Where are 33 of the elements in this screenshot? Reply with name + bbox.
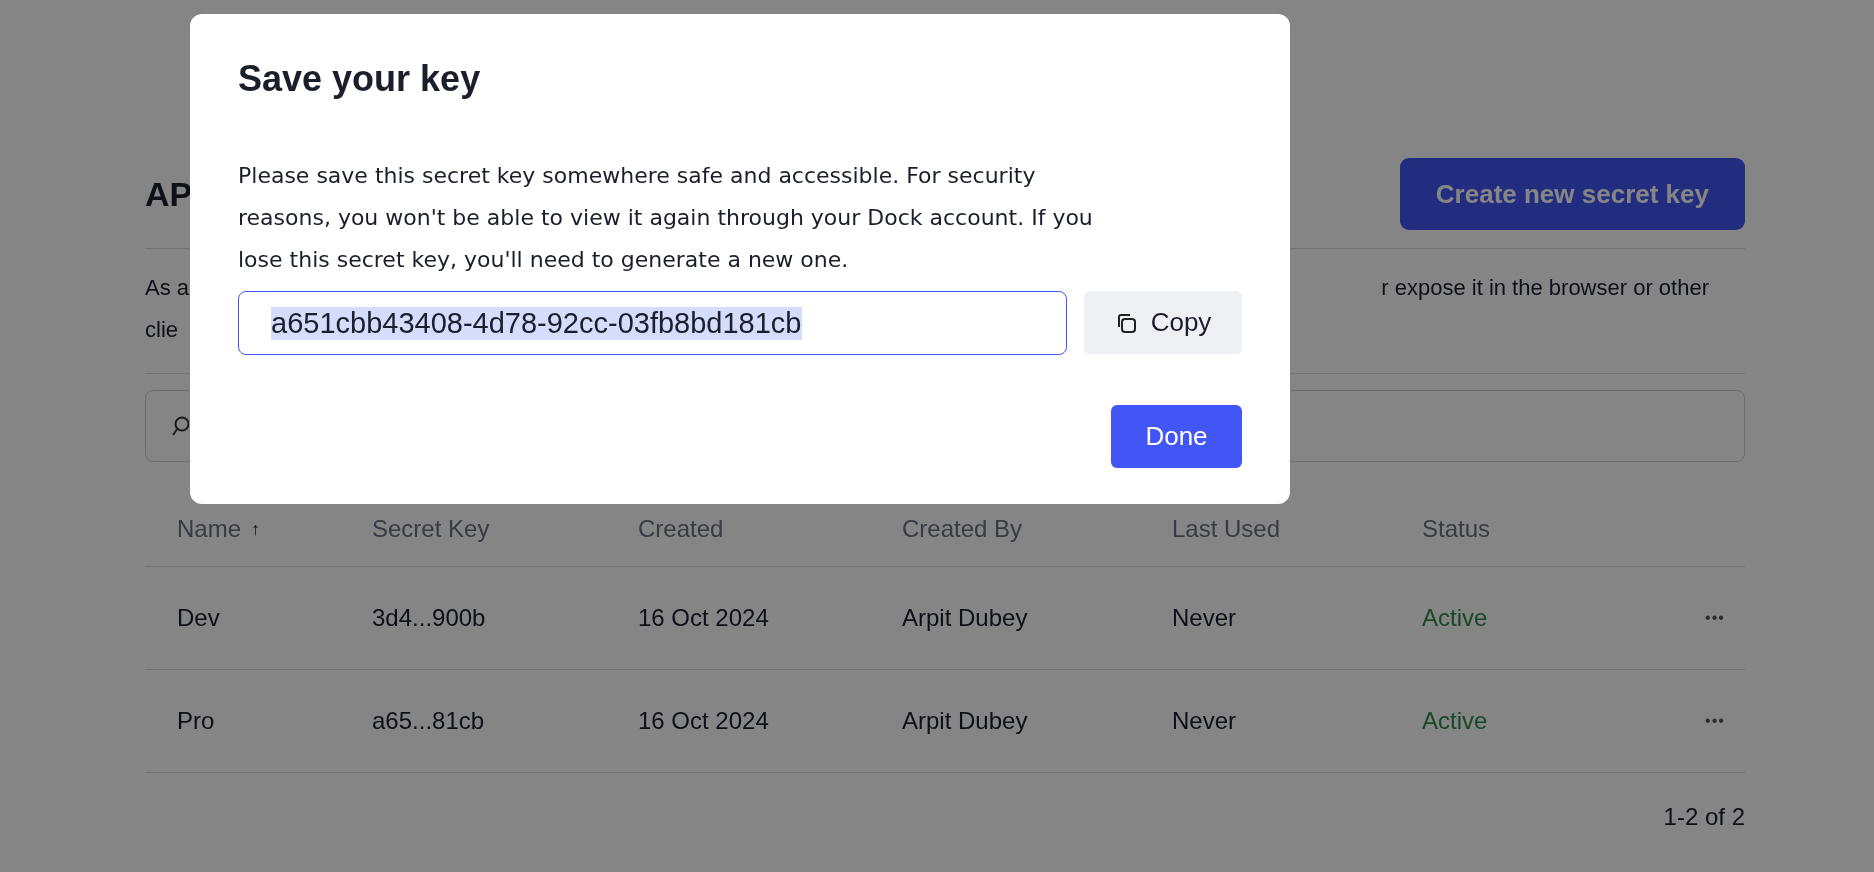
- more-menu-button[interactable]: •••: [1685, 609, 1745, 627]
- copy-button[interactable]: Copy: [1084, 291, 1242, 354]
- table-cell-text: a65...81cb: [372, 707, 486, 735]
- table-cell-text: Dev: [177, 604, 221, 632]
- page-heading: AP: [145, 174, 193, 214]
- table-cell-text: 16 Oct 2024: [638, 604, 770, 632]
- description-text: r expose it in the browser or other: [1381, 274, 1709, 302]
- pagination-text: 1-2 of 2: [1663, 803, 1745, 831]
- table-cell-text: Pro: [177, 707, 216, 735]
- more-menu-button[interactable]: •••: [1685, 712, 1745, 730]
- column-header[interactable]: Status: [1422, 515, 1491, 543]
- key-field[interactable]: a651cbb43408-4d78-92cc-03fb8bd181cb: [238, 291, 1067, 355]
- column-header[interactable]: Last Used: [1172, 515, 1281, 543]
- dialog-title: Save your key: [238, 58, 482, 100]
- description-text: As a: [145, 274, 190, 302]
- column-header[interactable]: Secret Key: [372, 515, 490, 543]
- column-header[interactable]: Name: [177, 515, 242, 543]
- dialog-message: Please save this secret key somewhere safe and accessible. For security reasons, you won't be able to view it again through your Dock account. If you lose this secret key, you'll need to generate a new one.: [238, 162, 1094, 274]
- search-icon: [172, 416, 189, 436]
- column-header[interactable]: Created By: [902, 515, 1023, 543]
- description-text: clie: [145, 316, 178, 344]
- sort-arrow[interactable]: ↑: [251, 518, 261, 540]
- table-cell-text: 16 Oct 2024: [638, 707, 770, 735]
- status-text: Active: [1422, 604, 1489, 632]
- create-key-button[interactable]: Create new secret key: [1399, 158, 1745, 230]
- table-cell-text: Never: [1172, 604, 1238, 632]
- column-header[interactable]: Created: [638, 515, 724, 543]
- status-text: Active: [1422, 707, 1489, 735]
- done-button[interactable]: Done: [1111, 405, 1242, 468]
- table-cell-text: Never: [1172, 707, 1238, 735]
- table-cell-text: Arpit Dubey: [902, 707, 1029, 735]
- table-cell-text: 3d4...900b: [372, 604, 487, 632]
- table-cell-text: Arpit Dubey: [902, 604, 1029, 632]
